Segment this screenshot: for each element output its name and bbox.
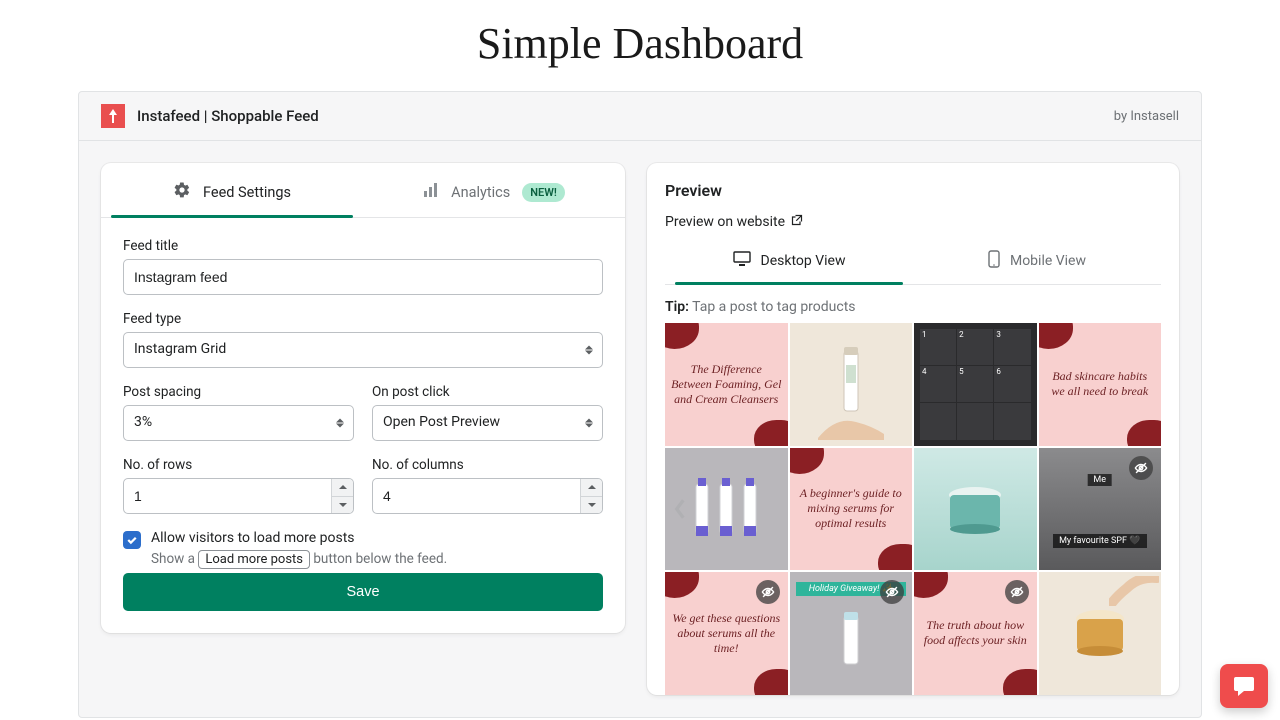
post-spacing-select[interactable]: 3%	[123, 405, 354, 441]
tab-analytics-label: Analytics	[451, 184, 510, 201]
analytics-icon	[423, 182, 439, 202]
hidden-icon	[1129, 456, 1153, 480]
feed-grid: The Difference Between Foaming, Gel and …	[665, 323, 1161, 695]
post-spacing-label: Post spacing	[123, 384, 354, 400]
feed-tile[interactable]	[790, 323, 913, 446]
load-more-pill: Load more posts	[198, 550, 310, 569]
feed-tile[interactable]: The truth about how food affects your sk…	[914, 572, 1037, 695]
rows-step-up[interactable]	[331, 479, 353, 497]
carousel-prev-arrow[interactable]	[669, 491, 691, 527]
rows-label: No. of rows	[123, 457, 354, 473]
app-name: Instafeed | Shoppable Feed	[137, 107, 319, 125]
tab-desktop-view[interactable]: Desktop View	[665, 240, 913, 284]
hidden-icon	[1005, 580, 1029, 604]
allow-more-label: Allow visitors to load more posts	[151, 530, 447, 546]
rows-input[interactable]	[123, 478, 354, 514]
tab-mobile-view[interactable]: Mobile View	[913, 240, 1161, 284]
external-link-icon	[791, 214, 803, 230]
feed-title-label: Feed title	[123, 238, 603, 254]
feed-tile[interactable]: A beginner's guide to mixing serums for …	[790, 448, 913, 571]
rows-step-down[interactable]	[331, 497, 353, 514]
on-post-click-label: On post click	[372, 384, 603, 400]
preview-title: Preview	[665, 181, 1161, 200]
app-header: Instafeed | Shoppable Feed by Instasell	[79, 92, 1201, 141]
hidden-icon	[756, 580, 780, 604]
app-frame: Instafeed | Shoppable Feed by Instasell …	[78, 91, 1202, 718]
feed-tile[interactable]: We get these questions about serums all …	[665, 572, 788, 695]
new-badge: NEW!	[522, 183, 565, 202]
desktop-icon	[733, 251, 751, 271]
feed-tile[interactable]	[914, 448, 1037, 571]
cols-label: No. of columns	[372, 457, 603, 473]
tab-feed-settings-label: Feed Settings	[203, 184, 291, 201]
app-attribution: by Instasell	[1114, 109, 1179, 124]
mobile-icon	[988, 250, 1000, 272]
cols-step-down[interactable]	[580, 497, 602, 514]
chat-fab[interactable]	[1220, 664, 1268, 708]
allow-more-help: Show a Load more posts button below the …	[151, 550, 447, 569]
tab-feed-settings[interactable]: Feed Settings	[101, 163, 363, 217]
preview-card: Preview Preview on website Desktop View	[647, 163, 1179, 695]
save-button[interactable]: Save	[123, 573, 603, 611]
cols-input[interactable]	[372, 478, 603, 514]
feed-tile[interactable]: Bad skincare habits we all need to break	[1039, 323, 1162, 446]
feed-type-select[interactable]: Instagram Grid	[123, 332, 603, 368]
feed-tile[interactable]: The Difference Between Foaming, Gel and …	[665, 323, 788, 446]
preview-on-website-link[interactable]: Preview on website	[665, 214, 1161, 230]
on-post-click-select[interactable]: Open Post Preview	[372, 405, 603, 441]
cols-step-up[interactable]	[580, 479, 602, 497]
app-logo-icon	[101, 104, 125, 128]
feed-tile[interactable]	[1039, 572, 1162, 695]
allow-more-checkbox[interactable]	[123, 531, 141, 549]
feed-tile[interactable]: 123456	[914, 323, 1037, 446]
gear-icon	[173, 181, 191, 203]
feed-title-input[interactable]	[123, 259, 603, 295]
hidden-icon	[880, 580, 904, 604]
settings-card: Feed Settings Analytics NEW! Feed title	[101, 163, 625, 633]
tab-analytics[interactable]: Analytics NEW!	[363, 163, 625, 217]
feed-type-label: Feed type	[123, 311, 603, 327]
feed-tile[interactable]: MeMy favourite SPF 🖤	[1039, 448, 1162, 571]
page-title: Simple Dashboard	[0, 0, 1280, 91]
tip-row: Tip: Tap a post to tag products	[665, 299, 1161, 315]
feed-tile[interactable]: Holiday Giveaway! ✨	[790, 572, 913, 695]
